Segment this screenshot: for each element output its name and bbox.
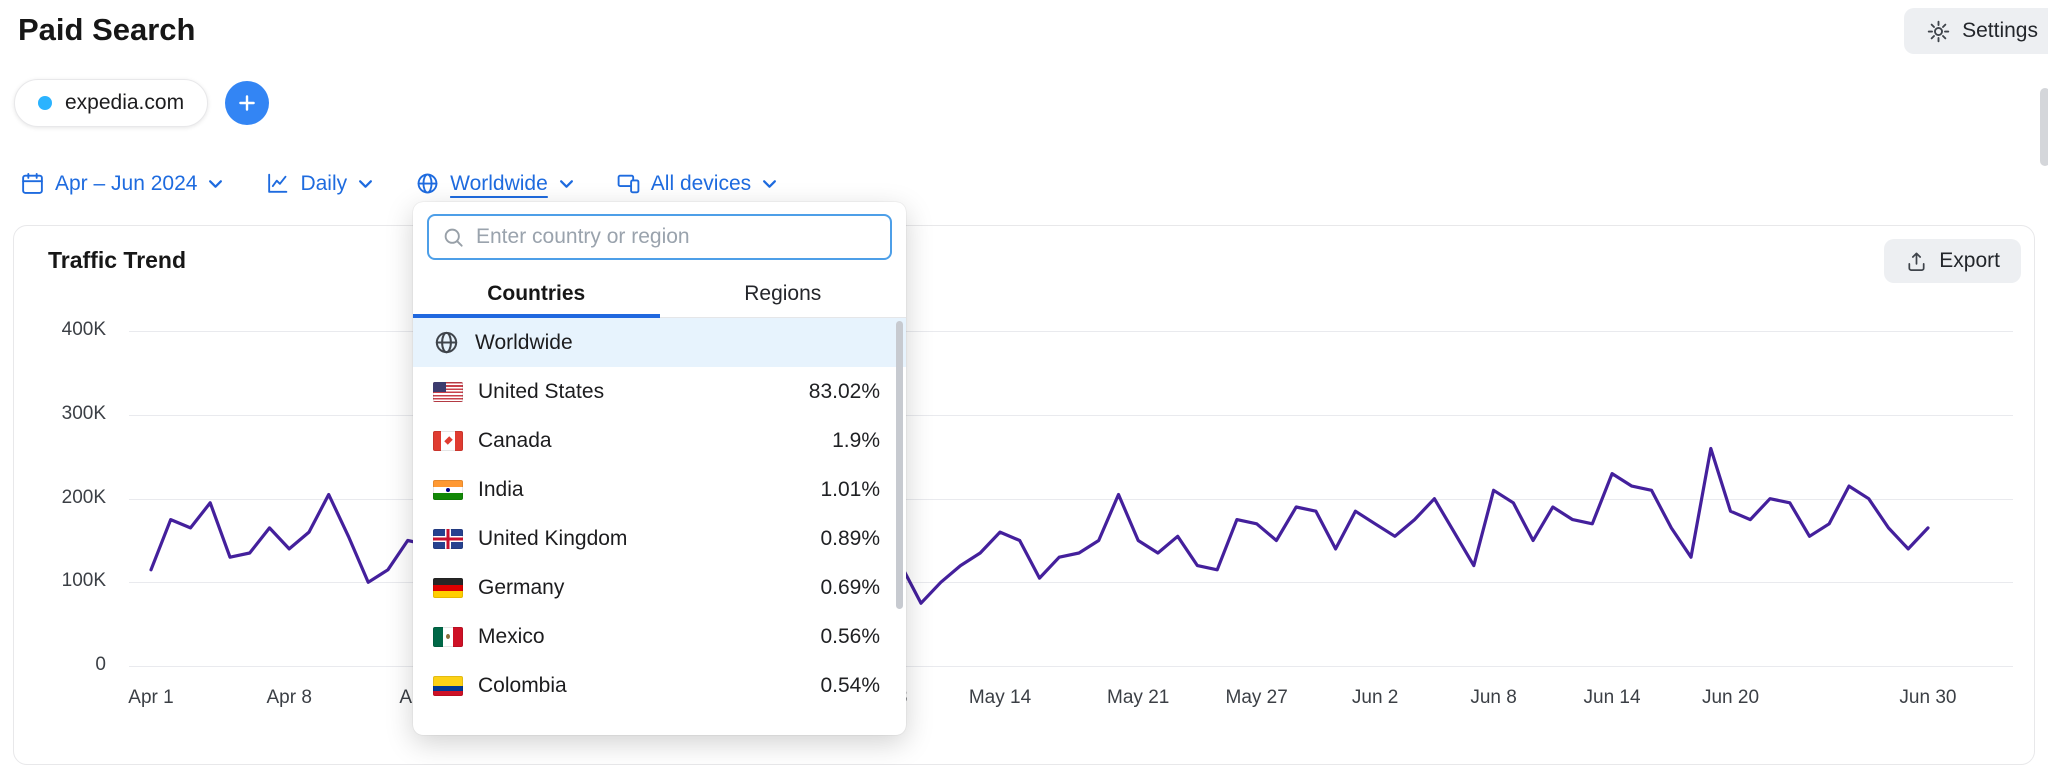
page-scrollbar[interactable] xyxy=(2040,88,2048,166)
country-share: 1.01% xyxy=(820,477,880,501)
chevron-down-icon xyxy=(762,179,777,189)
country-name: Colombia xyxy=(478,673,567,697)
country-share: 0.56% xyxy=(820,624,880,648)
country-name: United States xyxy=(478,379,605,403)
filter-granularity[interactable]: Daily xyxy=(265,171,373,196)
globe-icon xyxy=(415,171,440,196)
chart-area: 400K300K200K100K0Apr 1Apr 8Apr 15Apr 22A… xyxy=(14,319,2036,756)
flag-de xyxy=(433,577,463,598)
tab-countries[interactable]: Countries xyxy=(413,270,660,318)
page-title: Paid Search xyxy=(18,12,196,47)
flag-us xyxy=(433,381,463,402)
country-name: Mexico xyxy=(478,624,545,648)
gear-icon xyxy=(1926,19,1951,44)
calendar-icon xyxy=(20,171,45,196)
country-row[interactable]: United Kingdom 0.89% xyxy=(413,514,906,563)
filter-location[interactable]: Worldwide xyxy=(415,171,574,196)
traffic-trend-line xyxy=(149,446,1930,605)
country-row[interactable]: Colombia 0.54% xyxy=(413,661,906,710)
add-domain-button[interactable] xyxy=(225,81,270,125)
globe-icon xyxy=(433,329,460,356)
country-share: 0.89% xyxy=(820,526,880,550)
devices-icon xyxy=(616,171,641,196)
settings-label: Settings xyxy=(1962,19,2038,42)
flag-in xyxy=(433,479,463,500)
domain-chip[interactable]: expedia.com xyxy=(14,79,209,127)
country-name: India xyxy=(478,477,524,501)
country-search[interactable] xyxy=(427,214,892,260)
flag-co xyxy=(433,675,463,696)
export-button[interactable]: Export xyxy=(1884,239,2021,283)
flag-mx xyxy=(433,626,463,647)
search-icon xyxy=(443,227,464,248)
dropdown-tabs: Countries Regions xyxy=(413,270,906,318)
country-search-input[interactable] xyxy=(476,225,876,249)
flag-gb xyxy=(433,528,463,549)
country-share: 1.9% xyxy=(832,428,880,452)
country-row[interactable]: United States 83.02% xyxy=(413,367,906,416)
tab-label: Countries xyxy=(487,281,586,305)
country-row[interactable]: Germany 0.69% xyxy=(413,563,906,612)
filter-devices[interactable]: All devices xyxy=(616,171,777,196)
filter-date-range[interactable]: Apr – Jun 2024 xyxy=(20,171,223,196)
country-row[interactable]: Mexico 0.56% xyxy=(413,612,906,661)
domain-label: expedia.com xyxy=(65,91,185,114)
country-share: 0.69% xyxy=(820,575,880,599)
traffic-trend-card: Traffic Trend Export 400K 300K 200K 100K 0 Ap… xyxy=(13,225,2035,765)
filter-label: Apr – Jun 2024 xyxy=(55,171,198,195)
chevron-down-icon xyxy=(358,179,373,189)
location-dropdown: Countries Regions Worldwide United States 8… xyxy=(413,202,906,735)
domain-chip-row: expedia.com xyxy=(14,79,270,127)
chevron-down-icon xyxy=(559,179,574,189)
country-name: Germany xyxy=(478,575,565,599)
flag-ca xyxy=(433,430,463,451)
country-row[interactable]: India 1.01% xyxy=(413,465,906,514)
country-row[interactable]: Worldwide xyxy=(413,318,906,367)
country-list: Worldwide United States 83.02% Canada 1.9% In… xyxy=(413,318,906,710)
country-share: 0.54% xyxy=(820,673,880,697)
export-icon xyxy=(1905,250,1928,273)
tab-label: Regions xyxy=(744,281,822,305)
filter-row: Apr – Jun 2024 Daily Worldwide All devices xyxy=(20,171,777,196)
plus-icon xyxy=(235,91,259,115)
filter-label: All devices xyxy=(650,171,752,195)
country-name: Canada xyxy=(478,428,552,452)
country-name: United Kingdom xyxy=(478,526,628,550)
country-name: Worldwide xyxy=(475,330,573,354)
chevron-down-icon xyxy=(208,179,223,189)
line-chart-icon xyxy=(265,171,290,196)
dropdown-scrollbar[interactable] xyxy=(896,321,903,609)
card-title: Traffic Trend xyxy=(48,247,187,273)
settings-button[interactable]: Settings xyxy=(1904,8,2048,54)
tab-regions[interactable]: Regions xyxy=(660,270,907,317)
export-label: Export xyxy=(1939,249,2000,272)
filter-label: Daily xyxy=(300,171,348,195)
domain-color-dot xyxy=(38,96,52,110)
country-share: 83.02% xyxy=(808,379,880,403)
country-row[interactable]: Canada 1.9% xyxy=(413,416,906,465)
filter-label: Worldwide xyxy=(450,171,548,195)
